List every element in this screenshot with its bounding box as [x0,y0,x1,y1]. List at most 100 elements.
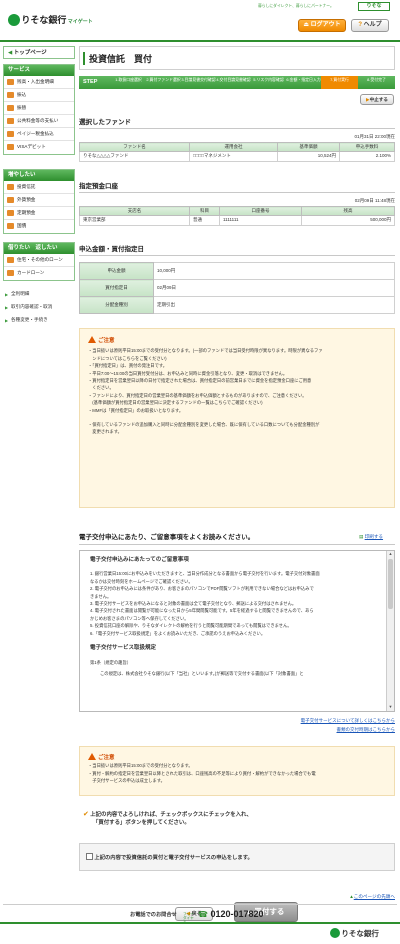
divider [79,255,395,256]
timing-link[interactable]: 書類の交付時期はこちらから [229,727,396,733]
amount-label: 申込金額 [79,262,154,280]
col-nav: 基準価額 [277,142,340,152]
terms-line: 3. 電子交付サービスをお申込みになると対象の書面は全て電子交付となり、郵送によ… [90,601,297,607]
divider [79,544,395,545]
services-title: サービス [4,65,74,76]
sidebar-link-procedures[interactable]: 各種変更・手続き [3,315,75,328]
notice-line: ・平日7:00〜15:00の当日買付受付分は、お申込みと同時に資金引落となり、変… [88,370,288,376]
col-account-number: 口座番号 [219,206,302,216]
terms-line: 5. 投資信託口座の解除や、りそなダイレクトの解約を行うと閲覧可能期間であっても… [90,623,292,629]
date-value: 02月09日 [153,279,395,297]
agreement-checkbox[interactable] [86,853,93,860]
col-fee: 申込手数料 [339,142,395,152]
sidebar-item-foreign-deposit[interactable]: 外貨預金 [4,194,74,207]
account-type: 普通 [189,215,220,226]
fund-nav: 10,524円 [277,151,340,162]
scroll-up-arrow[interactable]: ▲ [387,551,394,558]
transfer-icon [7,92,14,98]
selected-fund-title: 選択したファンド [79,119,131,126]
footer-bank-name: りそな銀行 [341,929,379,938]
order-table: 申込金額 10,000円 買付指定日 02月09日 分配金種別 定期引出 [79,262,395,314]
sidebar-item-label: 振込 [17,92,27,97]
cancel-button[interactable]: ▶中止する [360,94,394,105]
sidebar-item-balance[interactable]: 残高・入出金明細 [4,76,74,89]
col-fund-name: ファンド名 [79,142,190,152]
help-button[interactable]: ? ヘルプ [351,19,389,32]
borrow-title: 借りたい 返したい [4,243,74,254]
sidebar-item-transfer[interactable]: 振込 [4,89,74,102]
terms-line: 6.「電子交付サービス取扱規定」をよくお読みいただき、ご承諾のうえお申込みくださ… [90,630,266,636]
card-icon [7,144,14,150]
sidebar-item-payeasy[interactable]: ペイジー税金払込 [4,128,74,141]
edoc-detail-link[interactable]: 電子交付サービスについて詳しくはこちらから [229,718,395,724]
notice-box: ご注意 ・当日扱いは原則平日15:00までの受付分となります。(一部のファンドで… [79,328,395,508]
notice-line: 変更されます。 [88,429,122,435]
account-balance: 500,000円 [301,215,395,226]
sidebar-item-visa-debit[interactable]: VISAデビット [4,141,74,154]
bank-logo[interactable]: りそな銀行 マイゲート [8,14,93,29]
scroll-thumb[interactable] [388,559,393,609]
notice-line: ・「買付指定日」は、買付の発注日です。 [88,363,168,369]
agreement-checkbox-label[interactable]: 上記の内容で投資信託の買付と電子交付サービスの申込をします。 [86,853,253,863]
cancel-label: 中止する [369,97,388,102]
terms-line: 4. 電子交付された書面は閲覧が可能になった日から5年間閲覧可能です。5年を経過… [90,608,314,614]
confirm-text-2: 「買付する」ボタンを押してください。 [93,820,190,827]
dollar-icon [7,197,14,203]
scroll-down-arrow[interactable]: ▼ [387,704,394,711]
increase-box: 増やしたい 投資信託 外貨預金 定期預金 国債 [3,169,75,234]
notice-line: 子交付サービスの申込は成立します。 [88,778,165,784]
card-loan-icon [7,270,14,276]
sidebar-item-label: 振替 [17,105,27,110]
header: りそな銀行 マイゲート 暮らしにダイレクト、暮らしにパートナー。 りそな ⏏ ロ… [0,0,400,40]
increase-title: 増やしたい [4,170,74,181]
edoc-title: 電子交付申込にあたり、ご留意事項をよくお読みください。 [79,534,255,541]
table-row: 分配金種別 定期引出 [79,296,395,314]
notice-line: ンドについてはこちらをご覧ください) [88,355,167,361]
sidebar-item-label: 残高・入出金明細 [17,79,54,84]
resona-logo-icon [8,14,20,26]
top-page-link[interactable]: ◀ トップページ [3,46,75,59]
dividend-value: 定期引出 [153,296,395,314]
contact-label: お電話でのお問合せ [130,912,177,918]
page-top-link[interactable]: ▲このページの先頭へ [300,894,395,900]
agreement-text: 上記の内容で投資信託の買付と電子交付サービスの申込をします。 [94,855,253,861]
sidebar-item-card-loan[interactable]: カードローン [4,267,74,280]
print-label: 印刷する [364,534,384,539]
logout-button[interactable]: ⏏ ログアウト [298,19,346,32]
service-name: マイゲート [67,19,93,25]
page-title: 投資信託 買付 [89,54,153,64]
table-row: りそな△△△△ファンド □□□□マネジメント 10,524円 2.100% [79,151,395,162]
notice-line: (基準価額が買付指定日の営業翌日に決定するファンドの一覧はこちらでご確認ください… [88,400,263,406]
notice-line: ・MMFは「買付指定日」のお取扱いとなります。 [88,407,184,413]
help-icon: ? [358,22,362,28]
account-title: 指定預金口座 [79,183,118,190]
sidebar-item-label: VISAデビット [17,144,46,149]
terms-scroll-box[interactable]: 電子交付申込みにあたってのご留意事項 1. 銀行営業日15:00にお申込みをいた… [79,550,395,712]
sidebar-item-fund[interactable]: 投資信託 [4,181,74,194]
sidebar-item-home-loan[interactable]: 住宅・その他のローン [4,254,74,267]
print-link[interactable]: ▤ 印刷する [359,534,383,540]
sidebar-item-bills[interactable]: 公共料金等の支払い [4,115,74,128]
borrow-box: 借りたい 返したい 住宅・その他のローン カードローン [3,242,75,281]
sidebar-item-switch[interactable]: 振替 [4,102,74,115]
sidebar-item-label: カードローン [17,270,45,275]
deposit-icon [7,210,14,216]
switch-icon [7,105,14,111]
date-label: 買付指定日 [79,279,154,297]
sidebar-item-time-deposit[interactable]: 定期預金 [4,207,74,220]
terms-line: かじめお客さまのパソコン等へ保存してください。 [90,615,189,621]
footer-divider [3,904,397,905]
divider [79,128,395,129]
step-3: 3.目論見書交付確認 [181,77,216,82]
notice-box-2: ご注意 ・当日扱いは原則平日15:00までの受付分となります。 ・買付・解約の指… [79,746,395,796]
sidebar-item-bond[interactable]: 国債 [4,220,74,233]
table-row: 買付指定日 02月09日 [79,279,395,297]
col-branch: 支店名 [79,206,190,216]
rules-heading: 電子交付サービス取扱規定 [90,645,157,652]
sidebar-link-interest[interactable]: 全利明細 [3,289,75,302]
agreement-box: 上記の内容で投資信託の買付と電子交付サービスの申込をします。 [79,843,395,871]
sidebar-link-history[interactable]: 取引内容確認・取消 [3,302,75,315]
scrollbar[interactable]: ▲ ▼ [386,551,394,711]
sidebar-item-label: ペイジー税金払込 [17,131,54,136]
step-label: STEP [83,79,98,85]
